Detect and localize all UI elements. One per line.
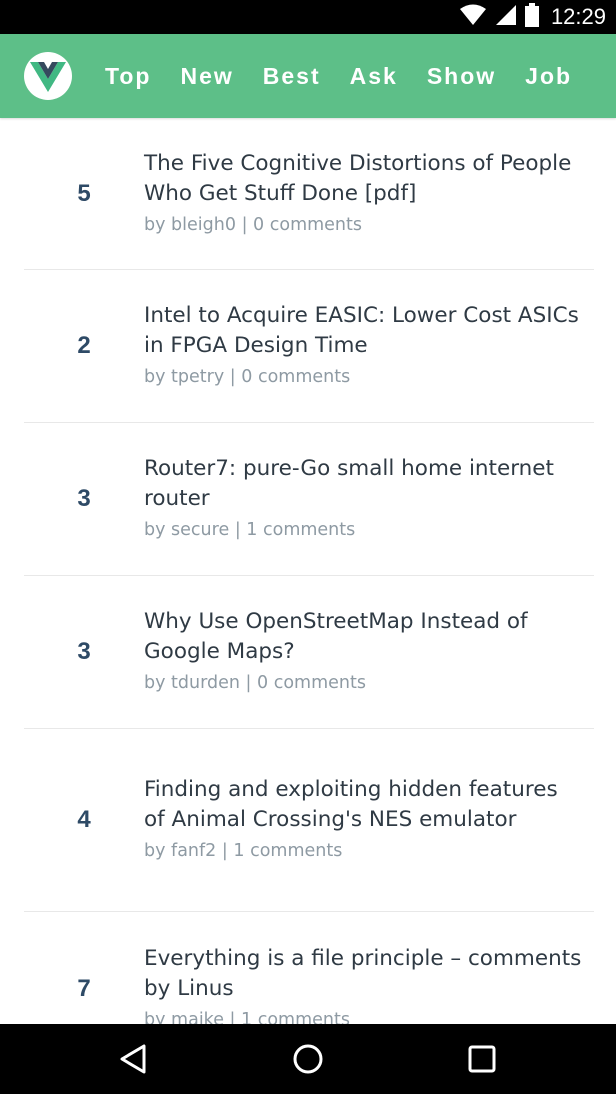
meta-separator: |: [245, 673, 252, 693]
meta-separator: |: [234, 520, 241, 540]
story-author[interactable]: tdurden: [171, 673, 240, 693]
home-icon[interactable]: [268, 1024, 348, 1094]
story-comments[interactable]: 0 comments: [241, 367, 350, 387]
story-body: Intel to Acquire EASIC: Lower Cost ASICs…: [144, 301, 594, 391]
story-item: 5 The Five Cognitive Distortions of Peop…: [24, 118, 594, 270]
story-score: 5: [77, 179, 91, 207]
story-comments[interactable]: 0 comments: [257, 673, 366, 693]
story-item: 4 Finding and exploiting hidden features…: [24, 729, 594, 912]
story-title[interactable]: Router7: pure-Go small home internet rou…: [144, 454, 584, 514]
story-comments[interactable]: 1 comments: [241, 1010, 350, 1025]
story-item: 3 Why Use OpenStreetMap Instead of Googl…: [24, 576, 594, 729]
nav-show[interactable]: Show: [427, 63, 496, 90]
status-bar: 12:29: [0, 0, 616, 34]
story-title[interactable]: Everything is a file principle – comment…: [144, 944, 584, 1004]
wifi-icon: [459, 4, 487, 31]
app-bar: Top New Best Ask Show Job: [0, 34, 616, 118]
story-body: Everything is a file principle – comment…: [144, 944, 594, 1025]
meta-by: by: [144, 1009, 166, 1025]
story-meta: by fanf2 | 1 comments: [144, 837, 584, 865]
meta-separator: |: [229, 367, 236, 387]
story-item: 7 Everything is a file principle – comme…: [24, 912, 594, 1025]
story-meta: by maike | 1 comments: [144, 1006, 584, 1025]
story-body: Why Use OpenStreetMap Instead of Google …: [144, 607, 594, 697]
story-author[interactable]: bleigh0: [171, 215, 236, 235]
story-title[interactable]: Finding and exploiting hidden features o…: [144, 775, 584, 835]
story-item: 2 Intel to Acquire EASIC: Lower Cost ASI…: [24, 270, 594, 423]
meta-by: by: [144, 673, 166, 693]
story-meta: by tpetry | 0 comments: [144, 363, 584, 391]
story-body: Finding and exploiting hidden features o…: [144, 775, 594, 865]
nav-ask[interactable]: Ask: [350, 63, 398, 90]
meta-separator: |: [229, 1009, 236, 1025]
top-nav: Top New Best Ask Show Job: [105, 34, 601, 118]
vue-logo-icon[interactable]: [24, 52, 72, 100]
meta-separator: |: [221, 841, 228, 861]
meta-by: by: [144, 520, 166, 540]
meta-by: by: [144, 841, 166, 861]
meta-by: by: [144, 367, 166, 387]
story-body: Router7: pure-Go small home internet rou…: [144, 454, 594, 544]
meta-separator: |: [241, 214, 248, 235]
story-body: The Five Cognitive Distortions of People…: [144, 149, 594, 239]
status-icons: 12:29: [459, 0, 606, 34]
story-score: 3: [77, 485, 91, 512]
story-comments[interactable]: 0 comments: [253, 215, 362, 235]
story-item: 3 Router7: pure-Go small home internet r…: [24, 423, 594, 576]
status-time: 12:29: [550, 4, 606, 29]
story-score: 4: [77, 806, 91, 833]
story-score: 3: [77, 638, 91, 665]
meta-by: by: [144, 214, 166, 235]
story-meta: by tdurden | 0 comments: [144, 669, 584, 697]
cell-signal-icon: [495, 4, 517, 31]
nav-new[interactable]: New: [180, 63, 233, 90]
recents-icon[interactable]: [442, 1024, 522, 1094]
nav-best[interactable]: Best: [263, 63, 321, 90]
story-title[interactable]: Why Use OpenStreetMap Instead of Google …: [144, 607, 584, 667]
story-list[interactable]: 5 The Five Cognitive Distortions of Peop…: [0, 118, 616, 1024]
story-meta: by secure | 1 comments: [144, 516, 584, 544]
story-meta: by bleigh0 | 0 comments: [144, 211, 584, 239]
battery-icon: [524, 2, 539, 32]
back-icon[interactable]: [95, 1024, 175, 1094]
story-author[interactable]: fanf2: [171, 841, 216, 861]
screen: 12:29 Top New Best Ask Show Job 5 The Fi…: [0, 0, 616, 1094]
story-comments[interactable]: 1 comments: [233, 841, 342, 861]
system-nav-bar: [0, 1024, 616, 1094]
story-score: 7: [77, 974, 91, 1002]
story-title[interactable]: Intel to Acquire EASIC: Lower Cost ASICs…: [144, 301, 584, 361]
nav-job[interactable]: Job: [525, 63, 572, 90]
story-author[interactable]: secure: [171, 520, 229, 540]
story-title[interactable]: The Five Cognitive Distortions of People…: [144, 149, 584, 209]
story-author[interactable]: maike: [171, 1010, 224, 1025]
nav-top[interactable]: Top: [105, 63, 151, 90]
story-author[interactable]: tpetry: [171, 367, 224, 387]
story-score: 2: [77, 332, 91, 359]
story-comments[interactable]: 1 comments: [246, 520, 355, 540]
